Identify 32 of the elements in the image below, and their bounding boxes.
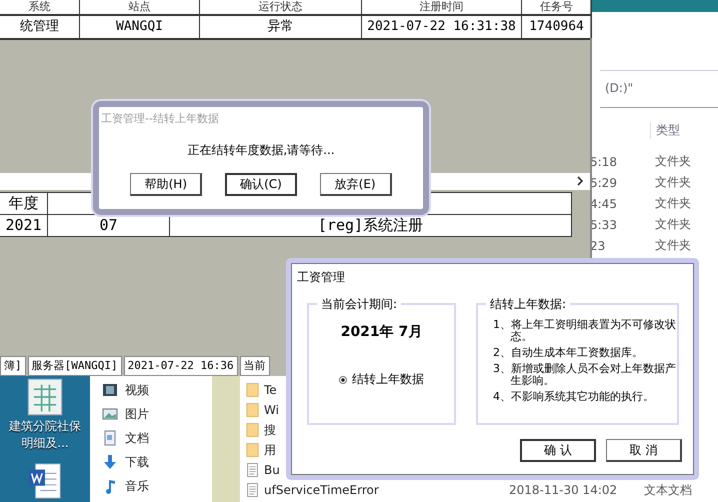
file-type: 文件夹 <box>655 195 691 212</box>
table-cell: 统管理 <box>0 16 80 38</box>
progress-message: 正在结转年度数据,请等待... <box>186 142 336 159</box>
info-item: 2、自动生成本年工资数据库。 <box>493 347 644 359</box>
table-cell: 2021-07-22 16:31:38 <box>362 16 522 38</box>
status-field: 当前 <box>240 356 270 376</box>
info-item: 4、不影响系统其它功能的执行。 <box>493 391 655 403</box>
info-item: 1、将上年工资明细表置为不可修改状态。 <box>493 319 677 343</box>
info-item: 3、新增或删除人员不会对上年数据产生影响。 <box>493 363 677 387</box>
modified-time: 5:18 <box>590 154 618 168</box>
table-cell: 2021 <box>0 215 48 236</box>
modified-time: 2018-11-30 14:02 <box>509 483 618 497</box>
file-type: 文件夹 <box>655 216 691 233</box>
status-field: 2021-07-22 16:36 <box>124 356 238 376</box>
period-text: 2021年 7月 <box>340 323 422 341</box>
modified-time: 4:45 <box>590 196 618 210</box>
status-field: 服务器[WANGQI] <box>28 356 122 376</box>
status-field: 簿] <box>0 356 26 376</box>
table-cell: 异常 <box>200 16 362 38</box>
modified-time: 5:29 <box>590 176 618 190</box>
file-type: 文件夹 <box>655 237 691 254</box>
file-type: 文件夹 <box>655 174 691 191</box>
dialog-title: 工资管理 <box>296 269 346 286</box>
file-type: 文本文档 <box>644 482 692 498</box>
file-type: 文件夹 <box>655 153 691 170</box>
group-title: 当前会计期间: <box>317 296 402 313</box>
modified-time: 5:33 <box>590 218 618 232</box>
address-text: (D:)" <box>600 70 718 108</box>
table-cell: 1740964 <box>522 16 592 38</box>
group-title: 结转上年数据: <box>486 296 570 313</box>
table-cell: WANGQI <box>80 16 200 38</box>
dialog-title: 工资管理--结转上年数据 <box>100 111 220 126</box>
